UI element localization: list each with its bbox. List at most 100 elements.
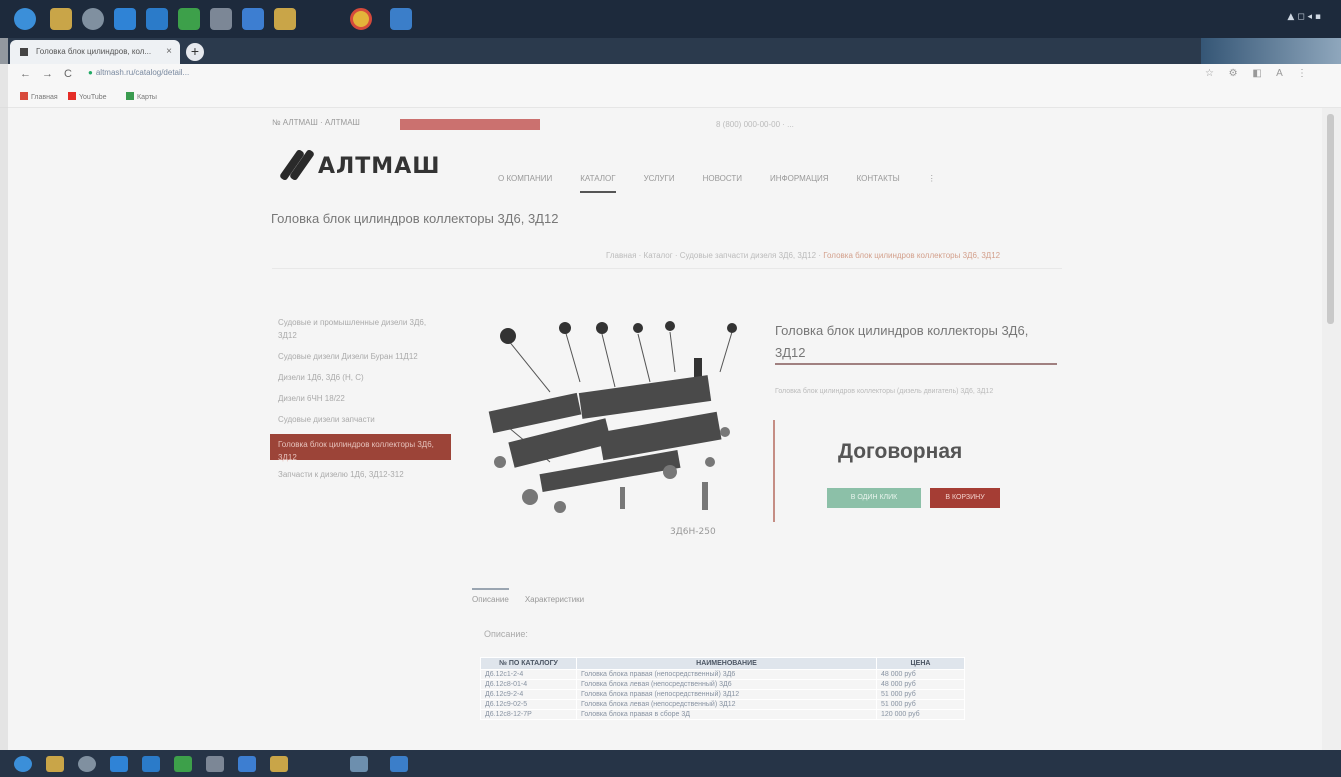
table-cell: Д6.12с1-2-4 [480,669,577,680]
nav-item-services[interactable]: УСЛУГИ [644,174,675,193]
sidebar-item[interactable]: Судовые и промышленные дизели 3Д6, 3Д12 [270,312,451,346]
column-header: ЦЕНА [876,657,965,670]
media-icon[interactable] [78,756,96,772]
close-tab-icon[interactable]: × [166,46,172,57]
site-logo[interactable]: АЛТМАШ [278,148,441,182]
bookmark-item[interactable]: Карты [126,92,157,101]
window-left-edge [0,38,8,750]
telegram-icon[interactable] [390,756,408,772]
nav-item-contacts[interactable]: КОНТАКТЫ [857,174,900,193]
page-title: Головка блок цилиндров коллекторы 3Д6, 3… [271,211,559,226]
product-image[interactable]: 3Д6Н-250 [470,312,760,544]
one-click-order-button[interactable]: В ОДИН КЛИК [827,488,921,508]
header-top-links[interactable]: № АЛТМАШ · АЛТМАШ [272,118,360,127]
description-heading: Описание: [484,629,528,639]
sidebar-item[interactable]: Запчасти к дизелю 1Д6, 3Д12-312 [270,464,451,485]
folder-icon[interactable] [270,756,288,772]
os-taskbar-top: ▲ ◻ ◂ ▪ [0,0,1341,38]
add-to-cart-button[interactable]: В КОРЗИНУ [930,488,1000,508]
product-tabs: Описание Характеристики [472,588,584,604]
table-cell: Головка блока левая (непосредственный) 3… [576,699,877,710]
table-row: Д6.12с8-01-4 Головка блока левая (непоср… [480,679,965,690]
product-short-description: Головка блок цилиндров коллекторы (дизел… [775,388,994,395]
product-price: Договорная [838,440,963,463]
sidebar-item[interactable]: Судовые дизели запчасти [270,409,451,430]
app2-icon[interactable] [142,756,160,772]
title-underline [775,363,1057,365]
app2-icon[interactable] [146,8,168,30]
os-taskbar-bottom [0,750,1341,777]
app3-icon[interactable] [210,8,232,30]
media-icon[interactable] [82,8,104,30]
telegram-icon[interactable] [390,8,412,30]
table-cell: Головка блока правая (непосредственный) … [576,689,877,700]
logo-text: АЛТМАШ [318,153,441,179]
breadcrumb-current: Головка блок цилиндров коллекторы 3Д6, 3… [823,251,1001,260]
table-cell: 120 000 руб [876,709,965,720]
app3-icon[interactable] [206,756,224,772]
folder-icon[interactable] [274,8,296,30]
explorer-icon[interactable] [46,756,64,772]
table-cell: Д6.12с8-01-4 [480,679,577,690]
nav-item-about[interactable]: О КОМПАНИИ [498,174,552,193]
catalog-sidebar: Судовые и промышленные дизели 3Д6, 3Д12 … [270,312,451,485]
main-navigation: О КОМПАНИИ КАТАЛОГ УСЛУГИ НОВОСТИ ИНФОРМ… [498,174,936,193]
forward-icon[interactable]: → [42,68,53,80]
sidebar-item[interactable]: Дизели 6ЧН 18/22 [270,388,451,409]
divider [272,268,1062,269]
header-phone[interactable]: 8 (800) 000-00-00 · ... [716,120,794,129]
system-tray: ▲ ◻ ◂ ▪ [1287,12,1321,22]
sidebar-item[interactable]: Дизели 1Д6, 3Д6 (Н, С) [270,367,451,388]
table-row: Д6.12с1-2-4 Головка блока правая (непоср… [480,669,965,680]
lock-icon: ● [88,68,93,77]
product-title: Головка блок цилиндров коллекторы 3Д6, 3… [775,323,1029,360]
browser-toolbar-icons[interactable]: ☆ ⚙ ◧ A ⋮ [1205,68,1313,79]
tab-title: Головка блок цилиндров, кол... [36,47,152,56]
chrome-icon[interactable] [350,756,368,772]
table-header-row: № ПО КАТАЛОГУ НАИМЕНОВАНИЕ ЦЕНА [480,657,965,670]
url-field[interactable]: ● altmash.ru/catalog/detail... [88,68,248,77]
chrome-icon[interactable] [350,8,372,30]
nav-item-news[interactable]: НОВОСТИ [703,174,742,193]
table-cell: Д6.12с9-2-4 [480,689,577,700]
table-cell: 48 000 руб [876,679,965,690]
parts-table: № ПО КАТАЛОГУ НАИМЕНОВАНИЕ ЦЕНА Д6.12с1-… [480,657,965,720]
tab-specifications[interactable]: Характеристики [525,595,584,604]
tab-description[interactable]: Описание [472,588,509,604]
excel-icon[interactable] [178,8,200,30]
bookmark-item[interactable]: YouTube [68,92,107,101]
table-cell: Д6.12с8-12-7Р [480,709,577,720]
app-icon[interactable] [110,756,128,772]
bookmark-item[interactable]: Главная [20,92,58,101]
breadcrumb-path[interactable]: Главная · Каталог · Судовые запчасти диз… [606,251,823,260]
favicon-icon [20,48,28,56]
back-icon[interactable]: ← [20,68,31,80]
table-cell: Головка блока левая (непосредственный) 3… [576,679,877,690]
table-cell: Головка блока правая в сборе 3Д [576,709,877,720]
table-row: Д6.12с9-02-5 Головка блока левая (непоср… [480,699,965,710]
new-tab-button[interactable]: + [186,43,204,61]
table-cell: 48 000 руб [876,669,965,680]
column-header: НАИМЕНОВАНИЕ [576,657,877,670]
sidebar-item[interactable]: Судовые дизели Дизели Буран 11Д12 [270,346,451,367]
nav-item-catalog[interactable]: КАТАЛОГ [580,174,616,193]
start-icon[interactable] [14,8,36,30]
table-row: Д6.12с8-12-7Р Головка блока правая в сбо… [480,709,965,720]
browser-tab[interactable]: Головка блок цилиндров, кол... × [10,40,180,64]
excel-icon[interactable] [174,756,192,772]
breadcrumb: Главная · Каталог · Судовые запчасти диз… [606,251,1000,260]
header-highlight-link[interactable] [400,119,540,130]
start-icon[interactable] [14,756,32,772]
table-row: Д6.12с9-2-4 Головка блока правая (непоср… [480,689,965,700]
scrollbar-thumb[interactable] [1327,114,1334,324]
nav-item-info[interactable]: ИНФОРМАЦИЯ [770,174,829,193]
sidebar-item-active[interactable]: Головка блок цилиндров коллекторы 3Д6, 3… [270,434,451,462]
word-icon[interactable] [242,8,264,30]
reload-icon[interactable]: C [64,68,72,80]
window-controls-area [1201,38,1341,64]
logo-mark-icon [278,148,316,182]
explorer-icon[interactable] [50,8,72,30]
app-icon[interactable] [114,8,136,30]
nav-more-icon[interactable]: ⋮ [928,174,936,193]
word-icon[interactable] [238,756,256,772]
